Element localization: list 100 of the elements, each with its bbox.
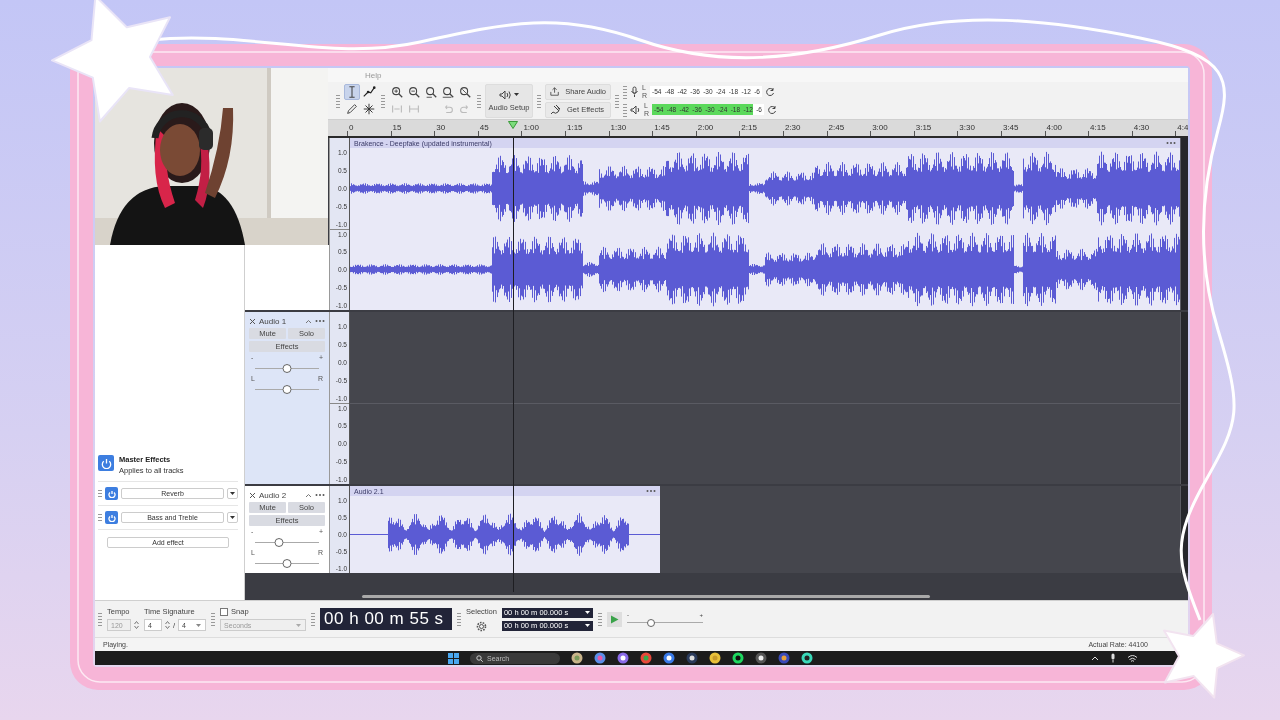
time-label: 3:15 bbox=[915, 123, 932, 132]
spinner-icon bbox=[165, 620, 170, 630]
microphone-icon bbox=[1110, 653, 1116, 663]
more-icon bbox=[315, 319, 325, 323]
zoom-fit-icon bbox=[424, 84, 438, 100]
close-icon bbox=[249, 317, 256, 325]
zoom-out-icon bbox=[407, 84, 421, 100]
pencil-icon bbox=[345, 101, 359, 117]
grip-handle[interactable] bbox=[623, 84, 627, 99]
caret-icon bbox=[229, 491, 236, 496]
close-icon bbox=[249, 491, 256, 499]
time-label: 4:15 bbox=[1090, 123, 1106, 132]
power-icon bbox=[107, 489, 116, 498]
zoom-icon bbox=[458, 84, 472, 100]
track-name: Audio 2 bbox=[259, 490, 288, 500]
tool-button[interactable] bbox=[361, 101, 377, 117]
app-icon bbox=[686, 652, 698, 664]
refresh-icon bbox=[765, 86, 776, 97]
grip-handle[interactable] bbox=[477, 93, 481, 108]
time-label: 2:15 bbox=[741, 123, 757, 132]
track-header[interactable] bbox=[245, 245, 329, 310]
grip-handle[interactable] bbox=[381, 93, 385, 108]
time-label: 1:15 bbox=[566, 123, 583, 132]
time-label: 0 bbox=[349, 123, 354, 132]
caret-icon bbox=[295, 622, 303, 628]
app-icon bbox=[571, 652, 583, 664]
plug-icon bbox=[550, 104, 561, 115]
tool-button[interactable] bbox=[361, 84, 377, 100]
effect-menu-button[interactable] bbox=[227, 512, 238, 523]
grip-handle[interactable] bbox=[98, 612, 102, 626]
app-icon bbox=[640, 652, 652, 664]
speaker-icon bbox=[630, 104, 641, 115]
play-button[interactable] bbox=[606, 611, 622, 627]
time-label: 4:30 bbox=[1133, 123, 1150, 132]
time-label: 4:4 bbox=[1177, 123, 1188, 132]
wifi-icon bbox=[1127, 653, 1138, 663]
time-label: 1:45 bbox=[654, 123, 670, 132]
asterisk-icon bbox=[362, 101, 376, 117]
vertical-scrollbar[interactable] bbox=[1180, 138, 1188, 310]
power-icon bbox=[100, 457, 112, 469]
collapse-icon bbox=[305, 318, 312, 324]
speaker-icon bbox=[498, 89, 511, 100]
track-name: Audio 1 bbox=[259, 316, 288, 326]
search-icon bbox=[476, 654, 483, 662]
vertical-scrollbar[interactable] bbox=[1180, 486, 1188, 573]
zoom-fit-icon bbox=[441, 84, 455, 100]
caret-icon bbox=[229, 515, 236, 520]
caret-icon bbox=[195, 622, 203, 628]
time-label: 2:45 bbox=[828, 123, 845, 132]
grip-handle[interactable] bbox=[336, 93, 340, 108]
time-label: 1:00 bbox=[523, 123, 539, 132]
more-icon bbox=[1166, 141, 1176, 145]
app-icon bbox=[778, 652, 790, 664]
toolbar-button[interactable] bbox=[406, 84, 422, 100]
toolbar-button[interactable] bbox=[389, 84, 405, 100]
time-label: 4:00 bbox=[1046, 123, 1063, 132]
grip-handle[interactable] bbox=[623, 102, 627, 117]
effect-menu-button[interactable] bbox=[227, 488, 238, 499]
time-label: 3:30 bbox=[959, 123, 975, 132]
app-icon bbox=[663, 652, 675, 664]
time-label: 30 bbox=[436, 123, 446, 132]
refresh-icon bbox=[767, 104, 778, 115]
toolbar-button[interactable] bbox=[440, 84, 456, 100]
grip-handle[interactable] bbox=[537, 93, 541, 108]
microphone-icon bbox=[630, 85, 639, 98]
gear-icon bbox=[476, 620, 487, 632]
app-icon bbox=[617, 652, 629, 664]
vertical-scrollbar[interactable] bbox=[1180, 312, 1188, 484]
toolbar-button[interactable] bbox=[457, 84, 473, 100]
app-icon bbox=[755, 652, 767, 664]
spinner-icon bbox=[134, 620, 139, 630]
collapse-icon bbox=[305, 492, 312, 498]
play-icon bbox=[609, 614, 619, 624]
time-label: 1:30 bbox=[610, 123, 627, 132]
power-button[interactable] bbox=[98, 455, 114, 471]
app-icon bbox=[594, 652, 606, 664]
time-display: 00 h 00 m 55 s bbox=[320, 608, 453, 630]
caret-icon bbox=[512, 92, 520, 97]
snap-checkbox[interactable] bbox=[220, 607, 229, 616]
envelope-icon bbox=[362, 84, 376, 100]
scrollbar-thumb[interactable] bbox=[362, 594, 930, 598]
chevron-up-icon bbox=[1091, 655, 1099, 661]
grip-handle[interactable] bbox=[615, 93, 619, 108]
time-label: 15 bbox=[392, 123, 402, 132]
more-icon bbox=[646, 489, 656, 493]
power-icon bbox=[107, 513, 116, 522]
more-icon bbox=[315, 493, 325, 497]
windows-logo-icon bbox=[448, 652, 459, 664]
power-button[interactable] bbox=[105, 511, 118, 524]
app-icon bbox=[709, 652, 721, 664]
time-label: 3:00 bbox=[872, 123, 888, 132]
upload-icon bbox=[550, 86, 560, 97]
star-icon bbox=[51, 0, 174, 123]
time-label: 3:45 bbox=[1002, 123, 1019, 132]
time-label: 2:30 bbox=[784, 123, 801, 132]
power-button[interactable] bbox=[105, 487, 118, 500]
time-label: 45 bbox=[479, 123, 489, 132]
time-label: 2:00 bbox=[697, 123, 714, 132]
toolbar-button[interactable] bbox=[423, 84, 439, 100]
zoom-in-icon bbox=[390, 84, 404, 100]
